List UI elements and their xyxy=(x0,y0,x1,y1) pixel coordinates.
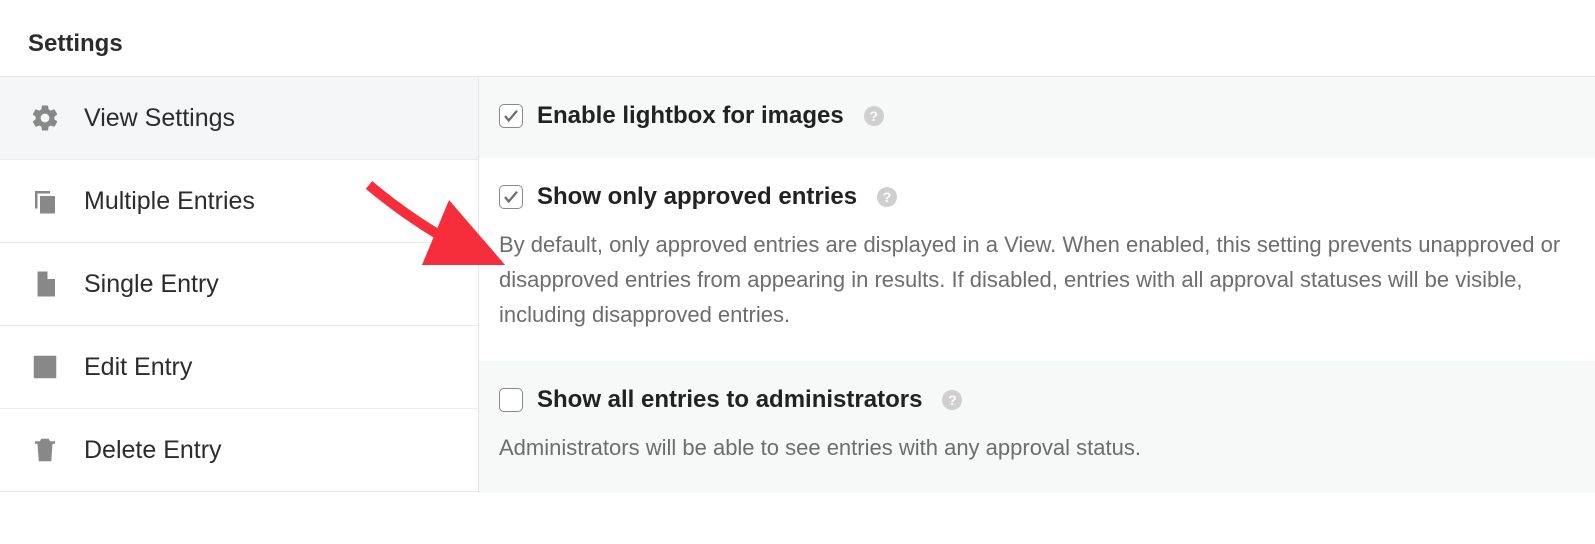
setting-description: By default, only approved entries are di… xyxy=(499,227,1575,333)
setting-description: Administrators will be able to see entri… xyxy=(499,430,1575,465)
setting-show-all-to-admins: Show all entries to administrators ? Adm… xyxy=(479,361,1595,493)
sidebar-item-label: Multiple Entries xyxy=(84,187,255,216)
sidebar-item-label: Delete Entry xyxy=(84,436,222,465)
sidebar-item-edit-entry[interactable]: Edit Entry xyxy=(0,326,478,409)
sidebar-item-label: View Settings xyxy=(84,104,235,133)
sidebar-item-multiple-entries[interactable]: Multiple Entries xyxy=(0,160,478,243)
help-icon[interactable]: ? xyxy=(877,187,897,207)
edit-icon xyxy=(30,352,60,382)
sidebar-item-single-entry[interactable]: Single Entry xyxy=(0,243,478,326)
checkbox-show-all-to-admins[interactable] xyxy=(499,388,523,412)
file-icon xyxy=(30,269,60,299)
checkbox-show-only-approved[interactable] xyxy=(499,185,523,209)
setting-label: Show only approved entries xyxy=(537,183,857,211)
trash-icon xyxy=(30,435,60,465)
sidebar-item-delete-entry[interactable]: Delete Entry xyxy=(0,409,478,492)
sidebar: View Settings Multiple Entries Single En… xyxy=(0,77,478,493)
setting-label: Show all entries to administrators xyxy=(537,386,922,414)
gear-icon xyxy=(30,103,60,133)
checkbox-enable-lightbox[interactable] xyxy=(499,104,523,128)
main-panel: Enable lightbox for images ? Show only a… xyxy=(478,77,1595,493)
sidebar-item-view-settings[interactable]: View Settings xyxy=(0,77,478,160)
copy-icon xyxy=(30,186,60,216)
setting-label: Enable lightbox for images xyxy=(537,102,844,130)
setting-show-only-approved: Show only approved entries ? By default,… xyxy=(479,158,1595,361)
help-icon[interactable]: ? xyxy=(864,106,884,126)
sidebar-item-label: Single Entry xyxy=(84,270,219,299)
settings-header: Settings xyxy=(0,0,1595,77)
setting-enable-lightbox: Enable lightbox for images ? xyxy=(479,77,1595,158)
sidebar-item-label: Edit Entry xyxy=(84,353,192,382)
help-icon[interactable]: ? xyxy=(942,390,962,410)
